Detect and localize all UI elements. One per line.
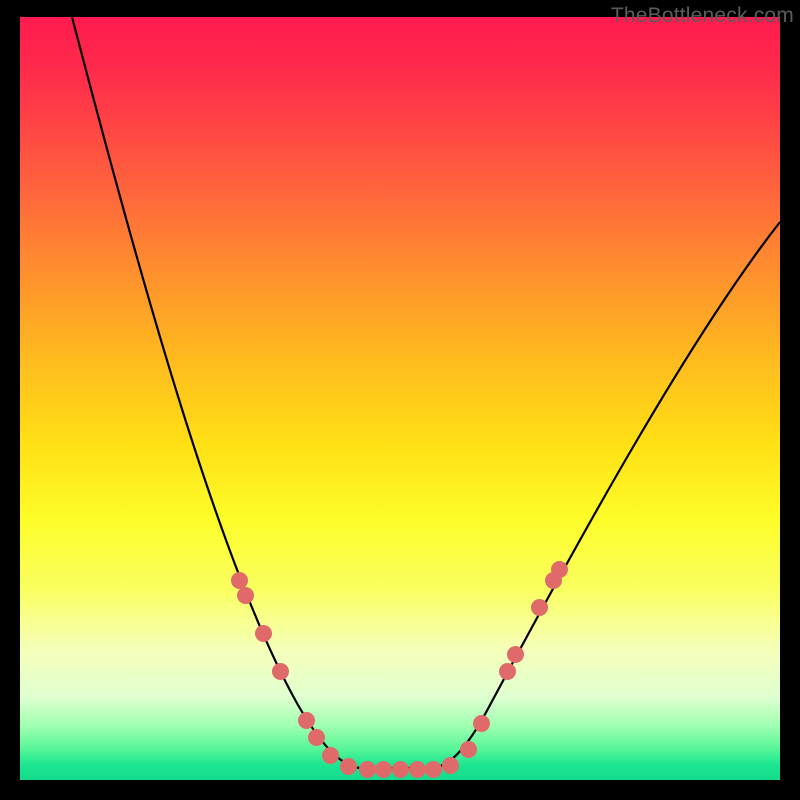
plot-area	[20, 17, 780, 780]
left-curve	[72, 17, 400, 768]
data-point-13	[442, 757, 459, 774]
data-point-11	[409, 761, 426, 778]
data-point-12	[425, 761, 442, 778]
data-point-16	[499, 663, 516, 680]
data-point-17	[507, 646, 524, 663]
curve-layer	[20, 17, 780, 780]
data-point-4	[298, 712, 315, 729]
data-point-9	[375, 761, 392, 778]
data-point-15	[473, 715, 490, 732]
data-point-2	[255, 625, 272, 642]
data-point-18	[531, 599, 548, 616]
data-point-8	[359, 761, 376, 778]
data-point-3	[272, 663, 289, 680]
data-point-7	[340, 758, 357, 775]
data-point-14	[460, 741, 477, 758]
data-point-5	[308, 729, 325, 746]
data-point-0	[231, 572, 248, 589]
watermark-text: TheBottleneck.com	[611, 4, 794, 28]
data-point-1	[237, 587, 254, 604]
data-point-10	[392, 761, 409, 778]
right-curve	[400, 222, 780, 768]
data-point-20	[551, 561, 568, 578]
data-point-6	[322, 747, 339, 764]
